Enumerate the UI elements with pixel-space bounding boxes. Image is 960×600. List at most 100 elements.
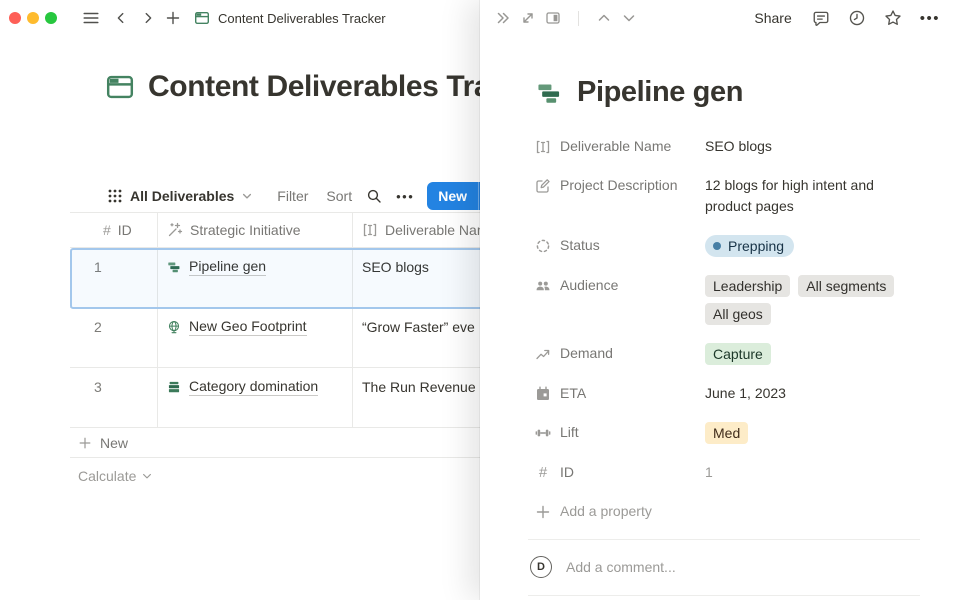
- next-record-icon[interactable]: [621, 10, 637, 26]
- back-icon[interactable]: [114, 11, 128, 25]
- property-row-audience: Audience Leadership All segments All geo…: [535, 275, 960, 325]
- chevron-down-icon: [241, 190, 253, 202]
- more-options-icon[interactable]: •••: [396, 189, 414, 204]
- updates-clock-icon[interactable]: [848, 9, 866, 27]
- demand-tag[interactable]: Capture: [705, 343, 771, 365]
- cell-initiative[interactable]: Pipeline gen: [158, 248, 353, 307]
- comment-composer[interactable]: D Add a comment...: [530, 556, 960, 578]
- property-value[interactable]: June 1, 2023: [705, 383, 960, 404]
- minimize-window-button[interactable]: [27, 12, 39, 24]
- globe-icon: [167, 320, 181, 334]
- property-row-id: # ID 1: [535, 462, 960, 483]
- property-name: Deliverable Name: [560, 136, 671, 157]
- cell-initiative[interactable]: New Geo Footprint: [158, 308, 353, 367]
- cell-id[interactable]: 1: [70, 248, 158, 307]
- property-name: Lift: [560, 422, 579, 443]
- property-label[interactable]: Deliverable Name: [535, 136, 705, 157]
- cell-id[interactable]: 2: [70, 308, 158, 367]
- initiative-link[interactable]: New Geo Footprint: [189, 318, 307, 336]
- column-header-id[interactable]: # ID: [70, 213, 158, 247]
- property-label[interactable]: Status: [535, 235, 705, 256]
- side-peek-panel: Share ••• Pipeline gen De: [480, 0, 960, 600]
- initiative-link[interactable]: Category domination: [189, 378, 318, 396]
- status-pill[interactable]: Prepping: [705, 235, 794, 257]
- line-chart-icon: [535, 346, 551, 362]
- calendar-icon: [535, 386, 551, 402]
- property-value[interactable]: Prepping: [705, 235, 960, 257]
- forward-icon[interactable]: [141, 11, 155, 25]
- property-name: ETA: [560, 383, 586, 404]
- edit-icon: [535, 178, 551, 194]
- column-label: Strategic Initiative: [190, 222, 301, 238]
- property-label[interactable]: Demand: [535, 343, 705, 364]
- hash-icon: #: [103, 222, 111, 238]
- column-label: ID: [118, 222, 132, 238]
- chevron-down-icon: [141, 470, 153, 482]
- property-list: Deliverable Name SEO blogs Project Descr…: [480, 136, 960, 522]
- cell-initiative[interactable]: Category domination: [158, 368, 353, 427]
- zoom-window-button[interactable]: [45, 12, 57, 24]
- property-name: Status: [560, 235, 600, 256]
- property-label[interactable]: Lift: [535, 422, 705, 443]
- column-header-initiative[interactable]: Strategic Initiative: [158, 213, 353, 247]
- new-button[interactable]: New: [427, 182, 478, 210]
- previous-record-icon[interactable]: [596, 10, 612, 26]
- more-options-icon[interactable]: •••: [920, 10, 940, 27]
- hash-icon: #: [535, 462, 551, 483]
- property-value[interactable]: Med: [705, 422, 960, 444]
- comment-input[interactable]: Add a comment...: [566, 559, 676, 575]
- property-name: ID: [560, 462, 574, 483]
- close-peek-icon[interactable]: [495, 10, 511, 26]
- avatar: D: [530, 556, 552, 578]
- page-table-icon: [194, 10, 210, 26]
- initiative-link[interactable]: Pipeline gen: [189, 258, 266, 276]
- property-name: Audience: [560, 275, 618, 296]
- favorite-star-icon[interactable]: [884, 9, 902, 27]
- record-header: Pipeline gen: [536, 76, 960, 109]
- drawers-icon: [167, 380, 181, 394]
- property-name: Demand: [560, 343, 613, 364]
- property-value[interactable]: 12 blogs for high intent and product pag…: [705, 175, 960, 217]
- property-label[interactable]: Project Description: [535, 175, 705, 196]
- view-name: All Deliverables: [130, 188, 234, 204]
- new-tab-icon[interactable]: [165, 10, 181, 26]
- property-label[interactable]: ETA: [535, 383, 705, 404]
- property-value[interactable]: Leadership All segments All geos: [705, 275, 960, 325]
- page-table-icon-large[interactable]: [105, 72, 135, 102]
- lift-tag[interactable]: Med: [705, 422, 748, 444]
- property-label[interactable]: Audience: [535, 275, 705, 296]
- add-property-button[interactable]: Add a property: [535, 501, 960, 522]
- dumbbell-icon: [535, 425, 551, 441]
- expand-page-icon[interactable]: [520, 10, 536, 26]
- record-title[interactable]: Pipeline gen: [577, 76, 743, 109]
- text-cursor-icon: [535, 139, 551, 155]
- property-value[interactable]: SEO blogs: [705, 136, 960, 157]
- add-property-label: Add a property: [560, 501, 652, 522]
- wand-icon: [167, 222, 183, 238]
- new-row-label: New: [100, 435, 128, 451]
- search-icon[interactable]: [366, 188, 382, 204]
- audience-tag[interactable]: All geos: [705, 303, 771, 325]
- sort-button[interactable]: Sort: [326, 188, 352, 204]
- titlebar-page-title: Content Deliverables Tracker: [218, 11, 386, 26]
- share-button[interactable]: Share: [754, 10, 791, 26]
- property-value[interactable]: Capture: [705, 343, 960, 365]
- panel-bottom-divider: [528, 595, 920, 596]
- close-window-button[interactable]: [9, 12, 21, 24]
- property-row-status: Status Prepping: [535, 235, 960, 257]
- side-peek-icon[interactable]: [545, 10, 561, 26]
- sidebar-toggle-icon[interactable]: [82, 9, 100, 27]
- plus-icon: [535, 504, 551, 520]
- cell-id[interactable]: 3: [70, 368, 158, 427]
- property-name: Project Description: [560, 175, 678, 196]
- view-switcher[interactable]: All Deliverables: [107, 188, 253, 204]
- property-value[interactable]: 1: [705, 462, 960, 483]
- audience-tag[interactable]: Leadership: [705, 275, 790, 297]
- property-label[interactable]: # ID: [535, 462, 705, 483]
- audience-tag[interactable]: All segments: [798, 275, 894, 297]
- panel-topbar: Share •••: [480, 0, 960, 36]
- notion-window: Content Deliverables Tracker Content Del…: [0, 0, 960, 600]
- bar-chart-icon[interactable]: [536, 80, 562, 106]
- comments-icon[interactable]: [812, 9, 830, 27]
- filter-button[interactable]: Filter: [277, 188, 308, 204]
